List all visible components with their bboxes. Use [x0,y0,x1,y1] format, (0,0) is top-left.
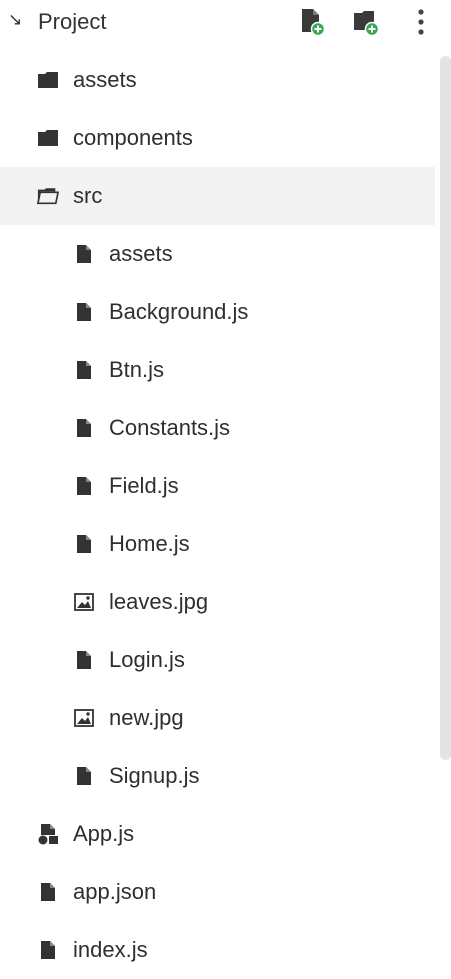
new-folder-button[interactable] [352,8,380,41]
tree-item-label: src [73,183,103,208]
new-file-icon [302,9,326,37]
tree-item[interactable]: assets [0,51,435,109]
tree-item[interactable]: Login.js [0,631,435,689]
tree-item[interactable]: leaves.jpg [0,573,435,631]
file-icon [73,649,95,671]
tree-item[interactable]: assets [0,225,435,283]
tree-item-label: components [73,125,193,150]
tree-item-label: Field.js [109,473,179,498]
tree-item[interactable]: src [0,167,435,225]
tree-item-label: Constants.js [109,415,231,440]
project-title: Project [38,9,107,34]
tree-item-label: Background.js [109,299,249,324]
collapse-arrow-icon[interactable]: ↘ [8,10,22,30]
tree-item[interactable]: components [0,109,435,167]
tree-item[interactable]: app.json [0,863,435,921]
tree-item-label: assets [109,241,173,266]
tree-item-label: leaves.jpg [109,589,209,614]
file-icon [73,301,95,323]
file-icon [73,359,95,381]
tree-item[interactable]: Background.js [0,283,435,341]
image-icon [73,591,95,613]
tree-item-label: app.json [73,879,157,904]
file-icon [73,417,95,439]
folder-icon [37,127,59,149]
tree-item-label: new.jpg [109,705,184,730]
file-icon [73,243,95,265]
app-file-icon [37,823,59,845]
tree-item[interactable]: Home.js [0,515,435,573]
tree-item[interactable]: Field.js [0,457,435,515]
tree-item-label: assets [73,67,137,92]
tree-item-label: Home.js [109,531,190,556]
tree-item-label: index.js [73,937,148,962]
tree-item-label: App.js [73,821,135,846]
file-icon [37,939,59,961]
more-options-button[interactable] [415,8,427,43]
project-header: ↘ Project [0,0,451,46]
file-icon [73,765,95,787]
tree-item-label: Signup.js [109,763,200,788]
new-file-button[interactable] [300,8,326,41]
tree-item[interactable]: index.js [0,921,435,979]
tree-item[interactable]: new.jpg [0,689,435,747]
folder-icon [37,69,59,91]
folder-open-icon [37,185,59,207]
tree-item[interactable]: Btn.js [0,341,435,399]
tree-item[interactable]: App.js [0,805,435,863]
image-icon [73,707,95,729]
file-icon [73,533,95,555]
file-icon [73,475,95,497]
new-folder-icon [354,11,380,37]
tree-item[interactable]: Constants.js [0,399,435,457]
more-vertical-icon [418,9,424,35]
file-tree: assets components src assets Background.… [0,51,435,979]
tree-item-label: Login.js [109,647,185,672]
file-icon [37,881,59,903]
tree-item-label: Btn.js [109,357,165,382]
tree-item[interactable]: Signup.js [0,747,435,805]
scrollbar[interactable] [440,56,451,760]
